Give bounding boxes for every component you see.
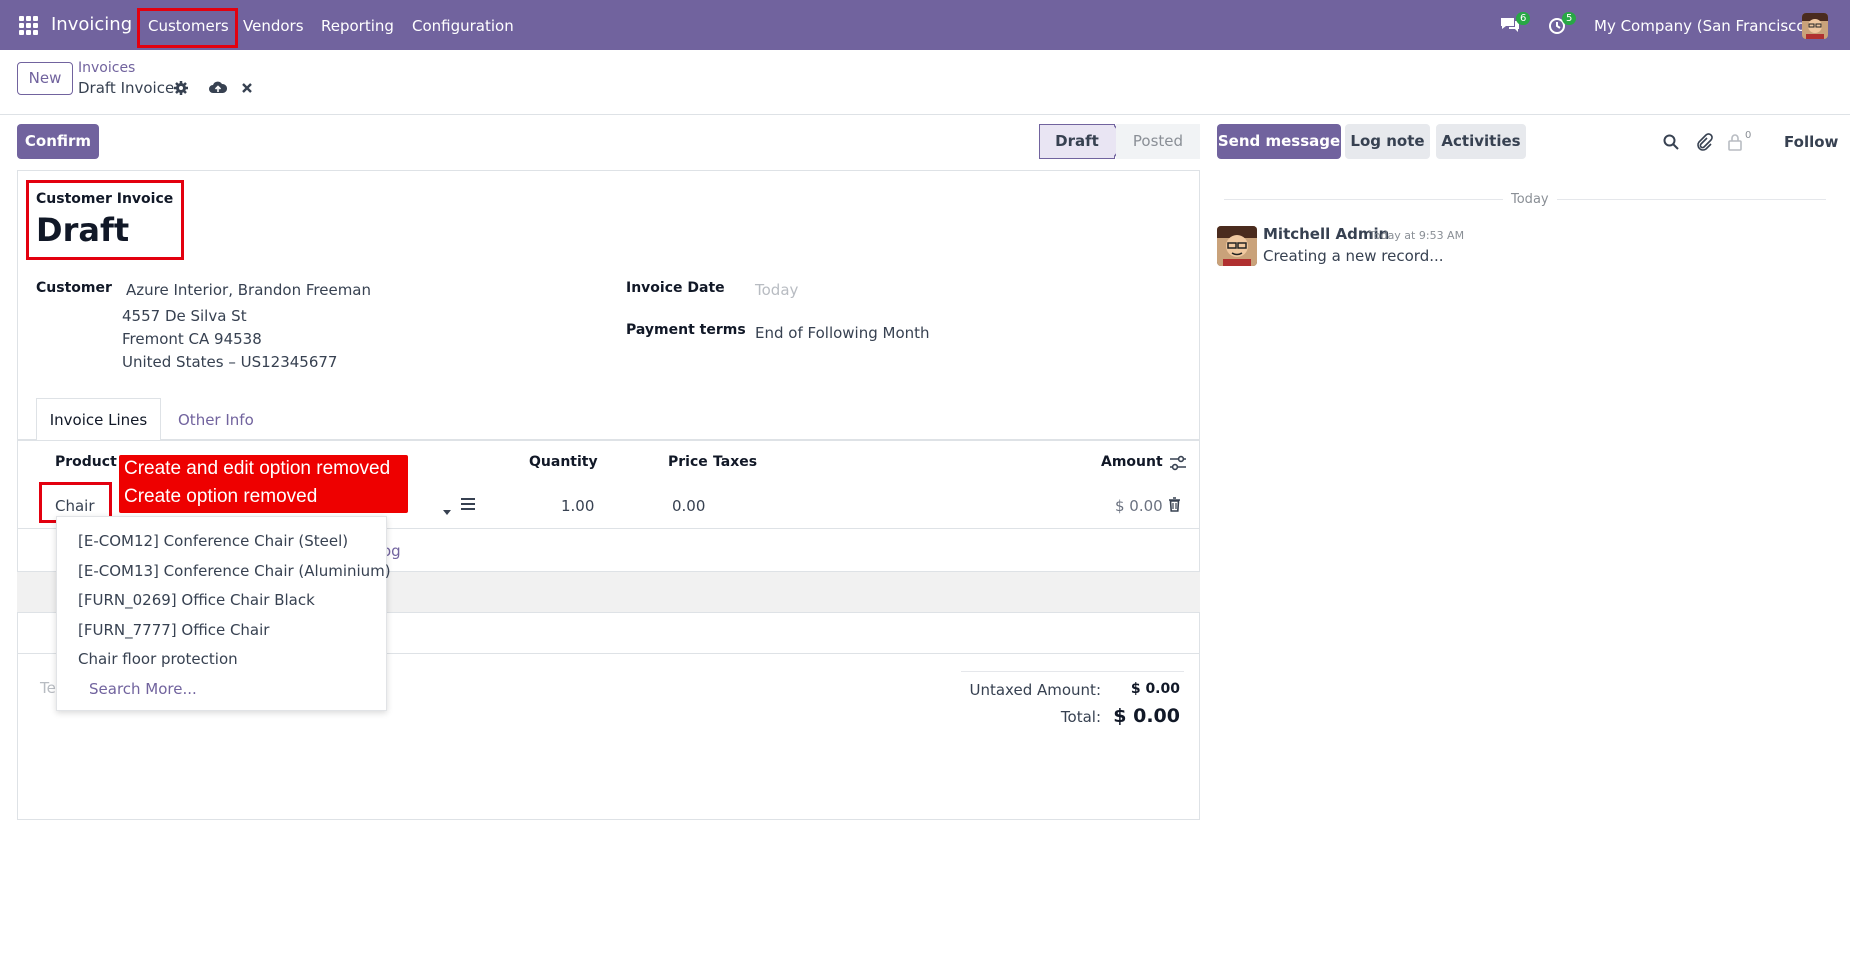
dropdown-option[interactable]: [E-COM13] Conference Chair (Aluminium): [78, 562, 391, 580]
new-button[interactable]: New: [17, 62, 73, 95]
dropdown-option[interactable]: Chair floor protection: [78, 650, 238, 668]
gear-icon[interactable]: [173, 80, 189, 96]
company-switcher[interactable]: My Company (San Francisco): [1594, 17, 1811, 35]
description-list-icon[interactable]: [460, 497, 476, 511]
customer-address-line: United States – US12345677: [122, 353, 338, 371]
untaxed-amount-label: Untaxed Amount:: [969, 681, 1102, 699]
paperclip-icon[interactable]: [1695, 133, 1713, 151]
apps-menu-icon[interactable]: [19, 16, 38, 35]
menu-configuration[interactable]: Configuration: [412, 17, 514, 35]
column-quantity[interactable]: Quantity: [529, 454, 598, 470]
column-product[interactable]: Product: [55, 454, 117, 470]
confirm-button[interactable]: Confirm: [17, 124, 99, 159]
menu-vendors[interactable]: Vendors: [243, 17, 304, 35]
annotation-line: Create and edit option removed: [124, 458, 391, 479]
optional-columns-icon[interactable]: [1169, 455, 1187, 471]
send-message-button[interactable]: Send message: [1217, 124, 1341, 159]
status-step-posted[interactable]: Posted: [1116, 124, 1200, 159]
activities-button[interactable]: Activities: [1436, 124, 1526, 159]
total-label: Total:: [1060, 708, 1101, 726]
tab-invoice-lines[interactable]: Invoice Lines: [36, 398, 161, 441]
message-body: Creating a new record...: [1263, 247, 1444, 265]
customer-address-line: Fremont CA 94538: [122, 330, 262, 348]
search-icon[interactable]: [1662, 133, 1680, 151]
payment-terms-field[interactable]: End of Following Month: [755, 324, 930, 342]
app-name[interactable]: Invoicing: [51, 14, 132, 35]
save-cloud-icon[interactable]: [209, 80, 228, 96]
status-step-draft[interactable]: Draft: [1039, 124, 1115, 159]
untaxed-amount-value: $ 0.00: [1130, 681, 1180, 697]
control-panel: [0, 50, 1850, 115]
terms-placeholder-partial[interactable]: Te: [40, 679, 56, 697]
follow-button[interactable]: Follow: [1784, 133, 1838, 151]
column-amount[interactable]: Amount: [1101, 454, 1163, 470]
trash-icon[interactable]: [1168, 497, 1181, 512]
payment-terms-label: Payment terms: [626, 322, 746, 338]
highlight-box-title: [26, 180, 184, 260]
totals-divider: [961, 671, 1184, 672]
invoice-date-input[interactable]: Today: [755, 281, 798, 299]
dropdown-option[interactable]: [FURN_0269] Office Chair Black: [78, 591, 315, 609]
column-price[interactable]: Price: [668, 454, 708, 470]
dropdown-option[interactable]: [FURN_7777] Office Chair: [78, 621, 269, 639]
column-taxes[interactable]: Taxes: [713, 454, 757, 470]
date-separator-label: Today: [1503, 192, 1557, 207]
author-avatar[interactable]: [1217, 226, 1257, 266]
customer-field[interactable]: Azure Interior, Brandon Freeman: [126, 281, 371, 299]
breadcrumb-invoices[interactable]: Invoices: [78, 60, 135, 76]
discard-close-icon[interactable]: [239, 80, 255, 96]
amount-cell: $ 0.00: [1115, 497, 1163, 515]
dropdown-caret-icon[interactable]: [442, 502, 452, 515]
customer-address-line: 4557 De Silva St: [122, 307, 247, 325]
tab-other-info[interactable]: Other Info: [178, 411, 254, 429]
search-more-link[interactable]: Search More...: [89, 680, 197, 698]
annotation-callout: Create and edit option removed Create op…: [119, 455, 408, 513]
followers-count: 0: [1745, 130, 1752, 141]
log-note-button[interactable]: Log note: [1345, 124, 1430, 159]
invoice-date-label: Invoice Date: [626, 280, 725, 296]
price-cell[interactable]: 0.00: [672, 497, 705, 515]
quantity-cell[interactable]: 1.00: [561, 497, 594, 515]
message-timestamp: Today at 9:53 AM: [1369, 229, 1465, 242]
highlight-box-customers: [137, 8, 238, 48]
dropdown-option[interactable]: [E-COM12] Conference Chair (Steel): [78, 532, 348, 550]
breadcrumb-current: Draft Invoice: [78, 79, 175, 97]
user-avatar[interactable]: [1802, 13, 1828, 39]
annotation-line: Create option removed: [124, 486, 318, 507]
table-divider: [17, 440, 1200, 441]
total-value: $ 0.00: [1113, 705, 1180, 727]
customer-label: Customer: [36, 280, 112, 296]
menu-reporting[interactable]: Reporting: [321, 17, 394, 35]
followers-lock-icon[interactable]: [1727, 133, 1745, 151]
